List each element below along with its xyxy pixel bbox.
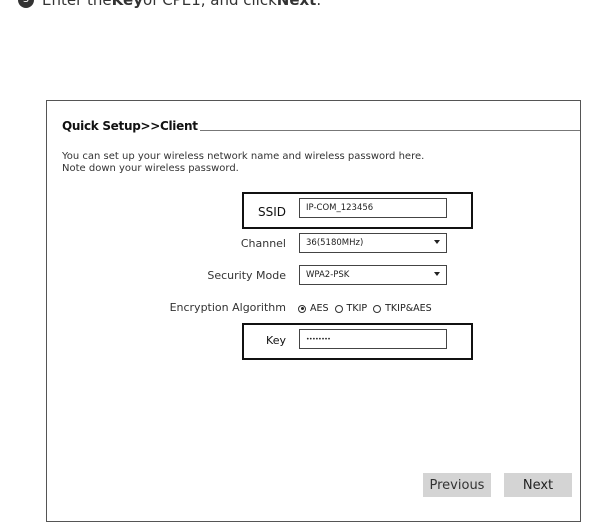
- radio-option-aes[interactable]: AES: [298, 303, 329, 314]
- chevron-down-icon: [434, 272, 440, 276]
- previous-button[interactable]: Previous: [423, 473, 491, 497]
- security-mode-value: WPA2-PSK: [306, 270, 350, 280]
- instruction-line: 3 Enter the Key of CPE1, and click Next.: [18, 0, 321, 9]
- radio-button[interactable]: [373, 304, 382, 313]
- radio-option-tkip-aes[interactable]: TKIP&AES: [373, 303, 432, 314]
- channel-value: 36(5180MHz): [306, 238, 364, 248]
- next-button[interactable]: Next: [504, 473, 572, 497]
- dialog-title: Quick Setup>>Client: [62, 119, 198, 133]
- channel-select[interactable]: 36(5180MHz): [299, 233, 447, 253]
- radio-label-aes: AES: [310, 303, 329, 314]
- radio-button[interactable]: [334, 304, 343, 313]
- instruction-key-word: Key: [111, 0, 143, 9]
- radio-label-tkip: TKIP: [346, 303, 368, 314]
- encryption-label: Encryption Algorithm: [169, 301, 286, 314]
- ssid-input[interactable]: IP-COM_123456: [299, 198, 447, 218]
- radio-button-checked[interactable]: [298, 304, 306, 313]
- security-mode-select[interactable]: WPA2-PSK: [299, 265, 447, 285]
- radio-label-tkip-aes: TKIP&AES: [385, 303, 432, 314]
- description-line-1: You can set up your wireless network nam…: [62, 151, 425, 162]
- step-number-badge: 3: [18, 0, 34, 8]
- title-divider: [199, 129, 580, 131]
- instruction-text-start: Enter the: [42, 0, 112, 9]
- security-mode-label: Security Mode: [207, 269, 286, 282]
- instruction-text-middle: of CPE1, and click: [142, 0, 277, 9]
- channel-label: Channel: [240, 237, 286, 250]
- chevron-down-icon: [434, 240, 440, 244]
- instruction-text-end: .: [316, 0, 322, 9]
- key-label: Key: [266, 334, 286, 347]
- ssid-label: SSID: [257, 205, 286, 219]
- encryption-radio-group: AES TKIP TKIP&AES: [298, 303, 438, 314]
- key-password-input[interactable]: ••••••••: [299, 329, 447, 349]
- description-line-2: Note down your wireless password.: [62, 163, 239, 174]
- dialog-title-row: Quick Setup>>Client: [62, 119, 580, 133]
- quick-setup-dialog: Quick Setup>>Client You can set up your …: [46, 100, 581, 522]
- radio-option-tkip[interactable]: TKIP: [334, 303, 368, 314]
- instruction-next-word: Next: [276, 0, 317, 9]
- dialog-description: You can set up your wireless network nam…: [62, 151, 424, 175]
